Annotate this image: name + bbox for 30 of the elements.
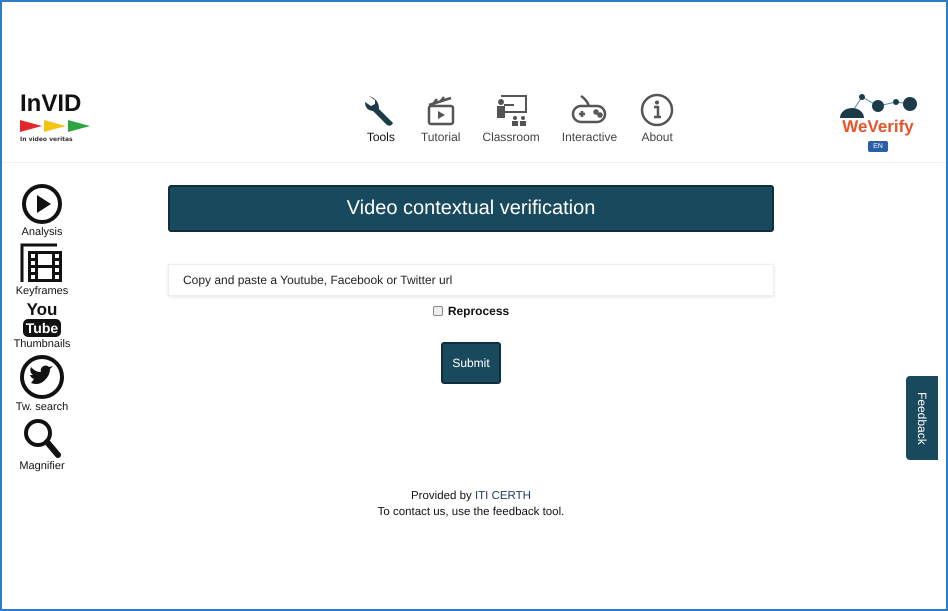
- logo-word: You: [26, 301, 58, 319]
- logo-title: InVID: [20, 92, 82, 116]
- sidebar-item[interactable]: Tw. search: [2, 354, 82, 413]
- submit-button[interactable]: Submit: [441, 342, 501, 384]
- nav-item[interactable]: Interactive: [560, 84, 620, 144]
- nav-item[interactable]: About: [637, 84, 678, 144]
- nav-item[interactable]: Tools: [360, 84, 401, 144]
- sidebar-item[interactable]: You Tube Thumbnails: [2, 301, 82, 350]
- logo-word: Tube: [22, 319, 62, 337]
- play-icon: [21, 183, 63, 225]
- feedback-tab[interactable]: Feedback: [906, 376, 938, 460]
- search-icon: [22, 417, 62, 459]
- credit-text: Provided by ITI CERTH: [410, 489, 532, 504]
- bird-icon: [19, 354, 65, 400]
- checkbox[interactable]: [432, 306, 443, 316]
- dots-network-icon: [838, 92, 918, 118]
- info-icon: [639, 92, 676, 128]
- sidebar-item[interactable]: Analysis: [2, 183, 82, 238]
- contact-text: To contact us, use the feedback tool.: [378, 505, 564, 520]
- partner-logo-text: WeVerify: [842, 118, 914, 135]
- credit-link[interactable]: ITI CERTH: [474, 490, 531, 502]
- nav-item[interactable]: Tutorial: [418, 84, 462, 144]
- sidebar-item[interactable]: Keyframes: [2, 242, 82, 297]
- sidebar-item[interactable]: Magnifier: [2, 417, 82, 472]
- page-title: Video contextual verification: [168, 185, 774, 232]
- url-field[interactable]: Copy and paste a Youtube, Facebook or Twitter url: [168, 264, 774, 296]
- film-frames-icon: [19, 242, 65, 284]
- checkbox-label: Reprocess: [448, 304, 510, 318]
- triangles-icon: [20, 119, 90, 133]
- nav-item[interactable]: Classroom: [480, 84, 542, 144]
